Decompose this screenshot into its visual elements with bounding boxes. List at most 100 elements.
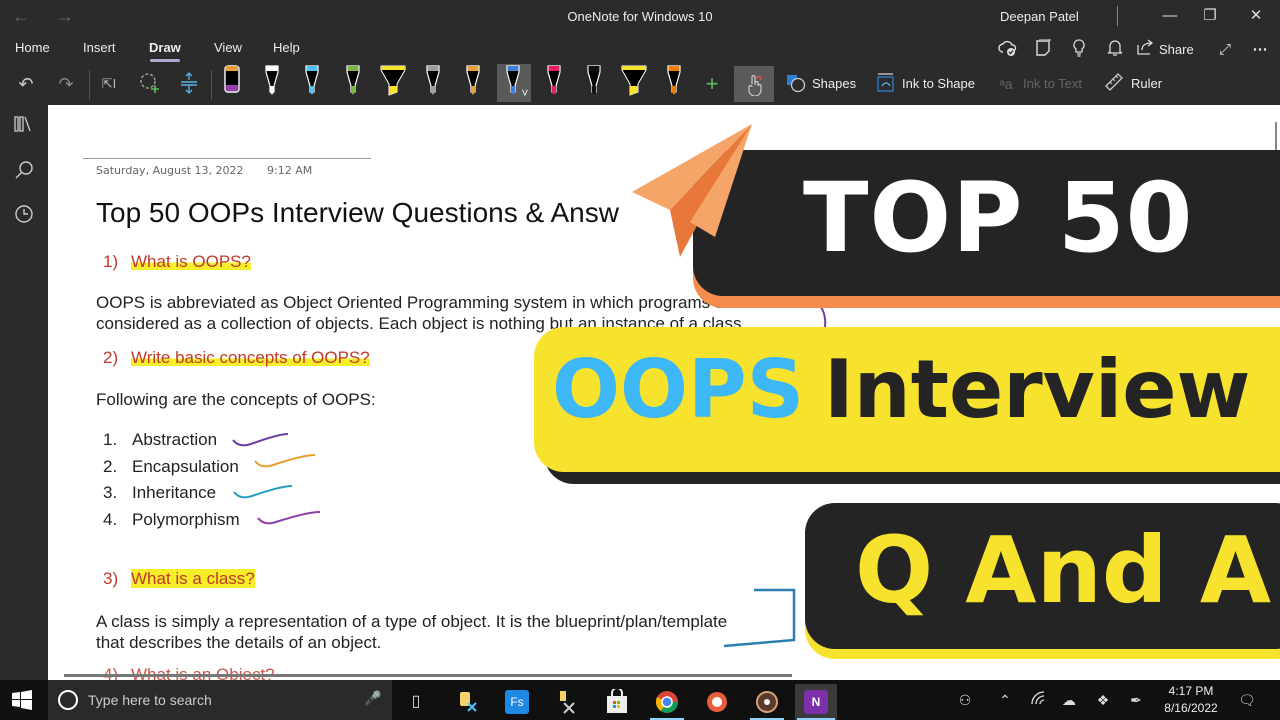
pen-pencil[interactable] <box>417 64 451 102</box>
ink-underline-3 <box>233 485 293 499</box>
answer-3[interactable]: A class is simply a representation of a … <box>96 611 727 653</box>
ink-underline-2 <box>254 454 316 468</box>
close-icon[interactable]: ✕ <box>1241 4 1271 28</box>
pen-workspace-icon[interactable]: ✒ <box>1126 690 1146 710</box>
tab-view[interactable]: View <box>214 40 242 55</box>
red-app-icon[interactable] <box>698 684 736 720</box>
ink-to-text-label: Ink to Text <box>1023 76 1083 91</box>
title-separator <box>1117 6 1118 26</box>
pen-pencil[interactable] <box>658 64 692 102</box>
fullscreen-expand-icon[interactable]: ⤢ <box>1214 39 1236 61</box>
page-scrollbar[interactable] <box>1275 122 1277 152</box>
clock-time: 4:17 PM <box>1168 684 1214 698</box>
page-view-icon[interactable] <box>1032 38 1054 61</box>
pen-pen[interactable] <box>337 64 371 102</box>
pencil-icon <box>667 65 681 95</box>
dropbox-icon[interactable]: ❖ <box>1093 690 1113 710</box>
user-name[interactable]: Deepan Patel <box>1000 9 1079 24</box>
ink-bracket <box>723 588 796 648</box>
pencil-icon <box>426 65 440 95</box>
tab-help[interactable]: Help <box>273 40 300 55</box>
question-3[interactable]: 3) What is a class? <box>103 569 255 589</box>
media-player-icon[interactable] <box>748 684 786 720</box>
draw-toolbar: ↶ ↷ ⇱I ˅ + Shapes Ink to Shape ᵃa Ink to… <box>0 64 1280 105</box>
question-text: What is an Object? <box>131 665 275 680</box>
redo-icon[interactable]: ↷ <box>54 72 78 96</box>
pen-highlighter[interactable] <box>377 64 411 102</box>
touch-draw-icon <box>744 74 764 101</box>
minimize-icon[interactable]: — <box>1155 4 1185 28</box>
undo-icon[interactable]: ↶ <box>14 72 38 96</box>
pen-eraser[interactable] <box>216 64 250 102</box>
notifications-bell-icon[interactable] <box>1104 39 1126 61</box>
onenote-window: ← → OneNote for Windows 10 Deepan Patel … <box>0 0 1280 720</box>
more-options-icon[interactable]: ⋯ <box>1249 39 1271 61</box>
highlighter-icon <box>621 65 647 96</box>
tab-home[interactable]: Home <box>15 40 50 55</box>
recent-clock-icon[interactable] <box>12 204 36 228</box>
sync-status-icon[interactable] <box>997 39 1019 61</box>
pen-pen[interactable] <box>256 64 290 102</box>
pen-icon <box>466 65 480 95</box>
tab-draw[interactable]: Draw <box>149 40 181 55</box>
pen-options-chevron-icon[interactable]: ˅ <box>521 86 528 100</box>
search-placeholder: Type here to search <box>88 692 212 708</box>
lasso-select-icon[interactable] <box>138 72 162 96</box>
ink-to-text-icon: ᵃa <box>999 76 1013 92</box>
overlay-interview-text: Interview <box>824 343 1251 436</box>
question-number: 4) <box>103 665 119 680</box>
pen-pen[interactable] <box>538 64 572 102</box>
share-icon <box>1137 39 1155 62</box>
add-pen-icon[interactable]: + <box>700 72 724 96</box>
action-center-icon[interactable]: 🗨 <box>1237 690 1257 710</box>
people-icon[interactable]: ⚇ <box>955 690 975 710</box>
pen-pen[interactable] <box>578 64 612 102</box>
toolbar-separator <box>89 70 90 100</box>
overlay-banner-middle: OOPS Interview <box>534 327 1280 472</box>
share-label: Share <box>1159 42 1194 57</box>
lightbulb-icon[interactable] <box>1068 39 1090 61</box>
dev-tools-icon[interactable] <box>548 684 586 720</box>
pen-icon <box>345 65 360 95</box>
microphone-icon[interactable]: 🎤 <box>364 690 381 707</box>
store-icon[interactable] <box>598 684 636 720</box>
windows-start-icon[interactable] <box>12 690 32 710</box>
search-icon[interactable] <box>12 160 36 184</box>
pen-pen[interactable] <box>457 64 491 102</box>
share-button[interactable]: Share <box>1137 39 1194 62</box>
ink-underline-1 <box>232 433 289 447</box>
app-tool-icon[interactable] <box>448 684 486 720</box>
show-hidden-icons-chevron[interactable]: ⌃ <box>995 690 1015 710</box>
onenote-icon[interactable]: N <box>795 684 837 720</box>
ink-to-shape-label: Ink to Shape <box>902 76 975 91</box>
select-text-icon[interactable]: ⇱I <box>97 72 121 96</box>
task-view-icon[interactable]: ▯ <box>397 684 435 720</box>
pen-icon <box>546 65 561 95</box>
window-title: OneNote for Windows 10 <box>567 9 713 24</box>
onedrive-icon[interactable]: ☁ <box>1059 690 1079 710</box>
pen-pen[interactable] <box>296 64 330 102</box>
restore-icon[interactable]: ❐ <box>1195 4 1225 28</box>
shapes-icon <box>784 72 808 96</box>
touch-draw-button[interactable] <box>734 66 774 102</box>
fs-app-icon[interactable]: Fs <box>498 684 536 720</box>
insert-space-icon[interactable] <box>177 72 201 96</box>
ribbon-tabs: Home Insert Draw View Help Share ⤢ ⋯ <box>0 34 1280 64</box>
pen-highlighter[interactable] <box>618 64 652 102</box>
taskbar-search-box[interactable]: Type here to search 🎤 <box>48 680 392 720</box>
question-number: 3) <box>103 569 119 588</box>
chrome-icon[interactable] <box>648 684 686 720</box>
active-tab-indicator <box>150 59 180 62</box>
question-text: What is a class? <box>131 569 255 588</box>
tab-insert[interactable]: Insert <box>83 40 116 55</box>
question-4[interactable]: 4) What is an Object? <box>103 665 275 680</box>
overlay-top-text: TOP 50 <box>803 162 1194 274</box>
overlay-oops-text: OOPS <box>552 343 805 436</box>
ruler-icon <box>1102 72 1126 96</box>
notebooks-icon[interactable] <box>12 115 36 139</box>
title-bar: ← → OneNote for Windows 10 Deepan Patel … <box>0 0 1280 34</box>
pen-pen[interactable]: ˅ <box>497 64 532 102</box>
system-clock[interactable]: 4:17 PM 8/16/2022 <box>1163 683 1219 717</box>
highlighter-icon <box>380 65 406 96</box>
wifi-icon[interactable] <box>1029 690 1049 710</box>
